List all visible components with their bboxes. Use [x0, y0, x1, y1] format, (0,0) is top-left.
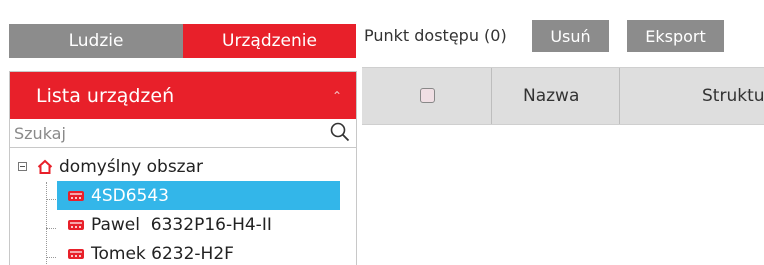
tab-people-label: Ludzie: [68, 31, 124, 51]
delete-button[interactable]: Usuń: [532, 20, 609, 52]
tree-connector: [46, 182, 47, 265]
device-icon: [68, 220, 84, 230]
device-list-title: Lista urządzeń: [36, 84, 175, 107]
select-all-checkbox[interactable]: [420, 88, 435, 103]
column-header-name[interactable]: Nazwa: [523, 86, 579, 106]
column-separator: [491, 68, 492, 124]
tree-connector: [46, 257, 56, 258]
export-button[interactable]: Eksport: [627, 20, 724, 52]
home-icon: [37, 159, 53, 174]
delete-button-label: Usuń: [550, 26, 591, 46]
device-list-panel: Lista urządzeń ⌃ domyślny obszar: [9, 71, 357, 265]
device-item[interactable]: Pawel 6332P16-H4-II: [57, 210, 340, 239]
device-label: 4SD6543: [91, 185, 169, 206]
tab-devices-label: Urządzenie: [222, 31, 317, 51]
device-tree: domyślny obszar 4SD6543 Pawel 6332P16-H4…: [10, 148, 356, 265]
column-header-structure[interactable]: Struktura: [702, 86, 764, 106]
tab-devices[interactable]: Urządzenie: [183, 24, 356, 58]
column-separator: [619, 68, 620, 124]
access-point-count-label: Punkt dostępu (0): [364, 26, 507, 45]
search-bar: [10, 119, 356, 148]
tree-root-label: domyślny obszar: [59, 156, 204, 177]
device-list-header[interactable]: Lista urządzeń ⌃: [10, 72, 356, 119]
tab-people[interactable]: Ludzie: [9, 24, 183, 58]
export-button-label: Eksport: [645, 26, 706, 46]
device-icon: [68, 191, 84, 201]
tree-connector: [46, 228, 56, 229]
device-item[interactable]: Tomek 6232-H2F: [57, 239, 340, 265]
tree-root-node[interactable]: domyślny obszar: [10, 152, 356, 181]
collapse-icon[interactable]: ⌃: [332, 89, 342, 103]
access-point-table-header: Nazwa Struktura: [362, 67, 764, 125]
device-label: Pawel 6332P16-H4-II: [91, 214, 272, 235]
device-label: Tomek 6232-H2F: [91, 243, 234, 264]
tree-connector: [46, 199, 56, 200]
search-input[interactable]: [10, 120, 314, 146]
search-icon[interactable]: [330, 122, 350, 142]
device-icon: [68, 249, 84, 259]
tree-expander-icon[interactable]: [18, 162, 27, 171]
device-item[interactable]: 4SD6543: [57, 181, 340, 210]
